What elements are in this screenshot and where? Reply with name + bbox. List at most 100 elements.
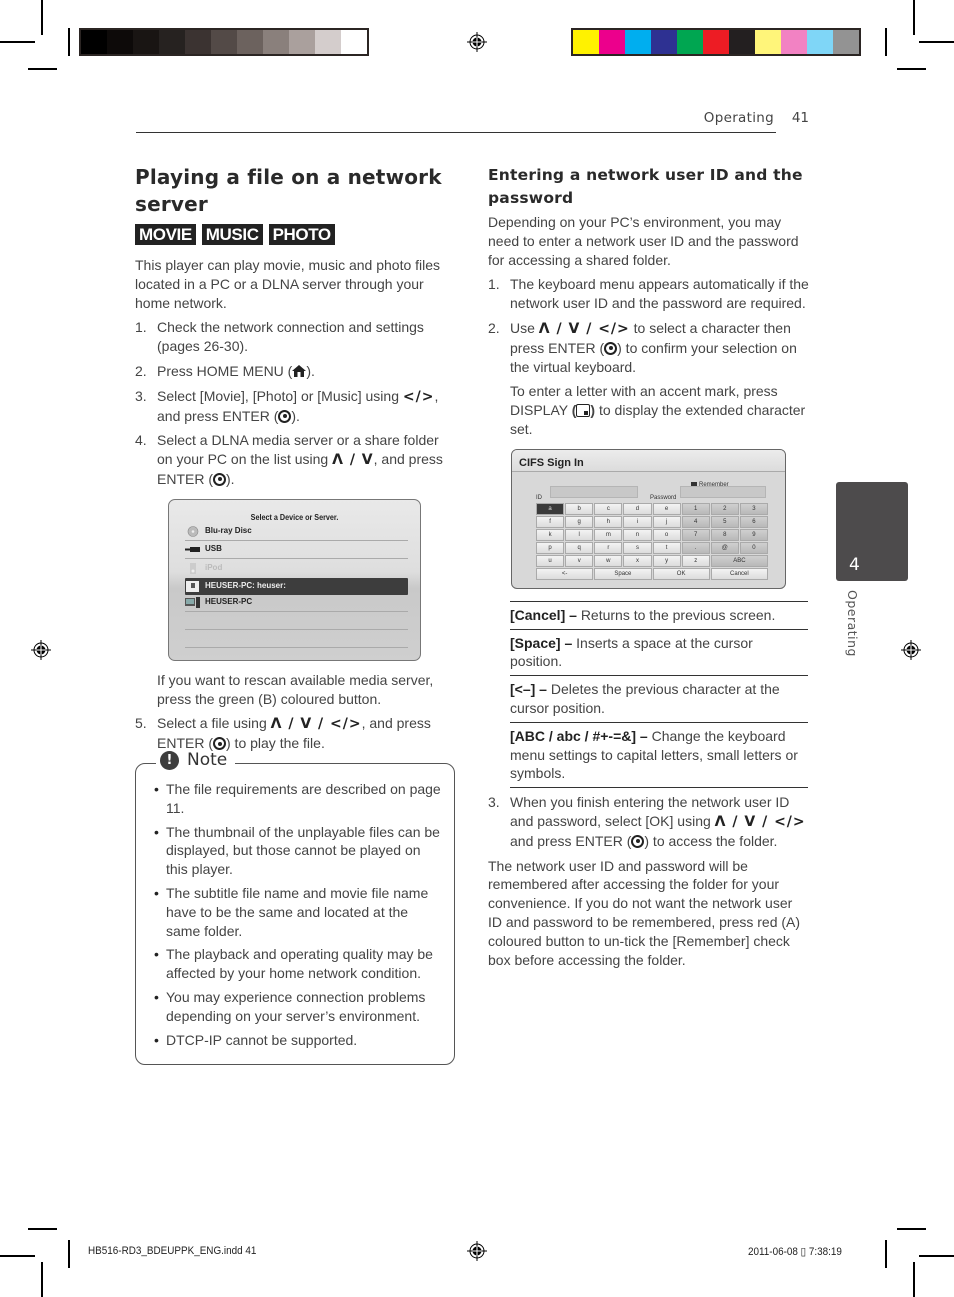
keyboard-key[interactable]: 9 bbox=[739, 528, 768, 541]
keyboard-key[interactable]: 8 bbox=[710, 528, 739, 541]
keyboard-key[interactable]: 5 bbox=[710, 515, 739, 528]
device-item-pc[interactable]: HEUSER-PC bbox=[185, 595, 408, 612]
keyboard-key[interactable]: @ bbox=[710, 541, 739, 554]
device-item-dlna-server[interactable]: HEUSER-PC: heuser: bbox=[185, 577, 408, 595]
crop-mark bbox=[68, 1240, 70, 1268]
section-title: Playing a file on a network server bbox=[135, 165, 442, 216]
crop-mark bbox=[897, 68, 926, 70]
keyboard-key[interactable]: s bbox=[623, 541, 652, 554]
note-title: Note bbox=[187, 750, 228, 771]
keyboard-key[interactable]: . bbox=[681, 541, 710, 554]
definition-item: [Cancel] – Returns to the previous scree… bbox=[510, 602, 808, 630]
color-swatch bbox=[573, 30, 599, 54]
exclamation-icon: ! bbox=[160, 750, 179, 770]
footer-filename: HB516-RD3_BDEUPPK_ENG.indd 41 bbox=[88, 1245, 257, 1257]
keyboard-key[interactable]: l bbox=[565, 528, 594, 541]
device-item-usb[interactable]: USB bbox=[185, 542, 408, 559]
keyboard-key[interactable]: k bbox=[536, 528, 565, 541]
color-swatch bbox=[677, 30, 703, 54]
ok-key[interactable]: OK bbox=[652, 567, 710, 580]
keyboard-key[interactable]: b bbox=[565, 502, 594, 515]
steps-list-continued: 5. Select a file using Λ / V / </>, and … bbox=[135, 714, 455, 753]
registration-mark-icon bbox=[467, 1241, 487, 1261]
keyboard-key[interactable]: w bbox=[594, 554, 623, 567]
note-item: The playback and operating quality may b… bbox=[154, 945, 444, 983]
keyboard-key[interactable]: e bbox=[652, 502, 681, 515]
keyboard-key[interactable]: u bbox=[536, 554, 565, 567]
crop-mark bbox=[28, 1228, 57, 1230]
badge-movie: MOVIE bbox=[135, 224, 196, 245]
cifs-dialog-title: CIFS Sign In bbox=[512, 449, 785, 472]
pc-icon bbox=[185, 597, 200, 609]
rescan-tip: If you want to rescan available media se… bbox=[157, 671, 434, 707]
direction-arrows-icon: Λ / V / </> bbox=[538, 320, 630, 337]
keyboard-key[interactable]: 0 bbox=[739, 541, 768, 554]
steps-list-continued: 3. When you finish entering the network … bbox=[488, 793, 810, 850]
keyboard-key[interactable]: d bbox=[623, 502, 652, 515]
backspace-key[interactable]: <- bbox=[536, 567, 594, 580]
crop-mark bbox=[68, 28, 70, 56]
enter-button-icon bbox=[631, 834, 645, 848]
keyboard-key[interactable]: 1 bbox=[681, 502, 710, 515]
direction-arrows-icon: Λ / V / </> bbox=[270, 716, 362, 733]
keyboard-key[interactable]: p bbox=[536, 541, 565, 554]
media-type-badges: MOVIE MUSIC PHOTO bbox=[135, 224, 455, 245]
keyboard-key[interactable]: n bbox=[623, 528, 652, 541]
ipod-icon bbox=[190, 562, 196, 574]
device-empty-row bbox=[185, 613, 408, 630]
crop-mark bbox=[41, 0, 43, 35]
keyboard-key[interactable]: 7 bbox=[681, 528, 710, 541]
gray-swatch bbox=[107, 30, 133, 54]
enter-button-icon bbox=[278, 409, 292, 423]
gray-swatch bbox=[237, 30, 263, 54]
cancel-key[interactable]: Cancel bbox=[710, 567, 768, 580]
steps-list: 1. Check the network connection and sett… bbox=[135, 318, 455, 488]
device-item-bluray[interactable]: Blu-ray Disc bbox=[185, 524, 408, 541]
keyboard-key[interactable]: c bbox=[594, 502, 623, 515]
crop-mark bbox=[885, 28, 887, 56]
gray-swatch bbox=[315, 30, 341, 54]
enter-button-icon bbox=[213, 472, 226, 486]
keyboard-key[interactable]: r bbox=[594, 541, 623, 554]
keyboard-key[interactable]: y bbox=[652, 554, 681, 567]
step-item: 2. Press HOME MENU (). bbox=[135, 362, 315, 379]
registration-mark-icon bbox=[901, 640, 921, 660]
keyboard-key[interactable]: 4 bbox=[681, 515, 710, 528]
keyboard-key[interactable]: z bbox=[681, 554, 710, 567]
keyboard-key[interactable]: i bbox=[623, 515, 652, 528]
keyboard-key[interactable]: ABC bbox=[710, 554, 768, 567]
device-item-ipod: iPod bbox=[185, 560, 408, 577]
keyboard-key[interactable]: a bbox=[536, 502, 565, 515]
home-menu-icon bbox=[292, 364, 307, 377]
keyboard-key[interactable]: f bbox=[536, 515, 565, 528]
id-input[interactable] bbox=[550, 485, 638, 498]
space-key[interactable]: Space bbox=[594, 567, 652, 580]
process-color-bar bbox=[571, 28, 861, 56]
badge-photo: PHOTO bbox=[268, 224, 335, 245]
keyboard-key[interactable]: g bbox=[565, 515, 594, 528]
keyboard-key[interactable]: 3 bbox=[739, 502, 768, 515]
keyboard-key[interactable]: o bbox=[652, 528, 681, 541]
header-section-title: Operating bbox=[703, 110, 774, 126]
keyboard-key[interactable]: x bbox=[623, 554, 652, 567]
password-input[interactable] bbox=[680, 485, 766, 498]
keyboard-key[interactable]: 2 bbox=[710, 502, 739, 515]
keyboard-key[interactable]: h bbox=[594, 515, 623, 528]
keyboard-key[interactable]: j bbox=[652, 515, 681, 528]
display-button-icon bbox=[576, 404, 591, 418]
keyboard-key[interactable]: q bbox=[565, 541, 594, 554]
color-swatch bbox=[755, 30, 781, 54]
left-column: Playing a file on a network server MOVIE… bbox=[135, 164, 455, 1066]
keyboard-key[interactable]: m bbox=[594, 528, 623, 541]
keyboard-key[interactable]: 6 bbox=[739, 515, 768, 528]
step-item: 1. The keyboard menu appears automatical… bbox=[488, 276, 809, 312]
note-box: ! Note The file requirements are describ… bbox=[135, 751, 455, 1066]
gray-swatch bbox=[341, 30, 367, 54]
chapter-number: 4 bbox=[849, 555, 860, 575]
grayscale-color-bar bbox=[79, 28, 369, 56]
badge-music: MUSIC bbox=[201, 224, 263, 245]
crop-mark bbox=[28, 68, 57, 70]
keyboard-key[interactable]: v bbox=[565, 554, 594, 567]
chapter-label: Operating bbox=[845, 590, 860, 657]
keyboard-key[interactable]: t bbox=[652, 541, 681, 554]
